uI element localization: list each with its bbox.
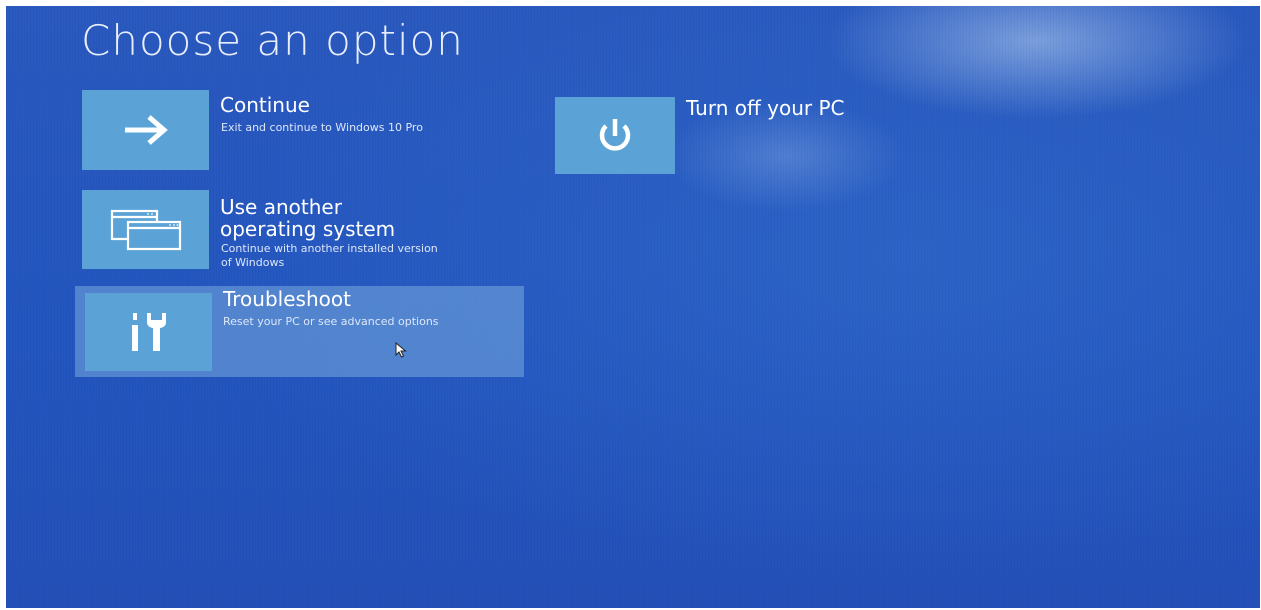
arrow-right-icon (124, 115, 168, 145)
page-title: Choose an option (81, 16, 464, 65)
boot-options-screen: Choose an option Continue Exit and conti… (6, 6, 1260, 608)
troubleshoot-option[interactable]: Troubleshoot Reset your PC or see advanc… (75, 286, 524, 377)
continue-option[interactable]: Continue Exit and continue to Windows 10… (82, 90, 512, 176)
power-icon (599, 118, 631, 151)
use-another-os-tile (82, 190, 209, 269)
windows-stack-icon (110, 209, 181, 250)
troubleshoot-tile (85, 293, 212, 371)
continue-title: Continue (220, 93, 310, 117)
use-another-os-option[interactable]: Use another operating system Continue wi… (82, 190, 512, 276)
continue-tile (82, 90, 209, 170)
continue-description: Exit and continue to Windows 10 Pro (221, 121, 423, 134)
mouse-cursor-icon (395, 342, 407, 358)
tools-icon (131, 313, 166, 351)
use-another-os-description: Continue with another installed version … (221, 242, 438, 269)
turn-off-pc-option[interactable]: Turn off your PC (555, 94, 895, 180)
use-another-os-title: Use another operating system (220, 195, 396, 241)
turn-off-pc-tile (555, 97, 675, 174)
troubleshoot-description: Reset your PC or see advanced options (223, 315, 439, 328)
turn-off-pc-title: Turn off your PC (686, 96, 845, 120)
troubleshoot-title: Troubleshoot (223, 287, 351, 311)
